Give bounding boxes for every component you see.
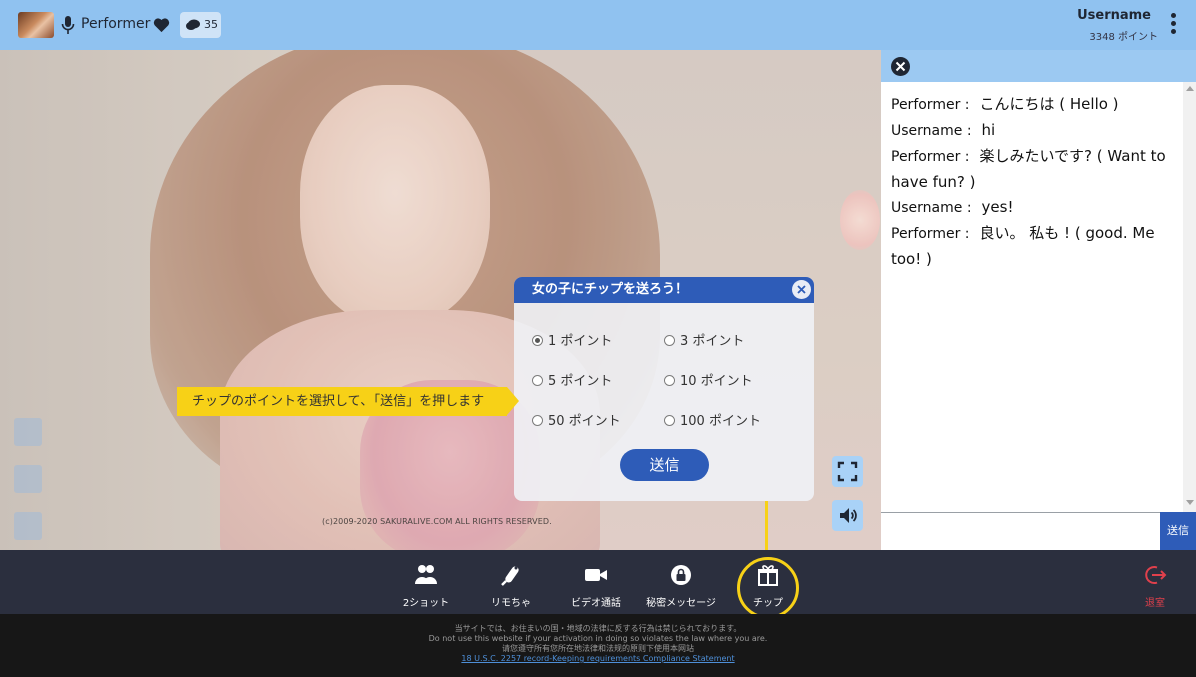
chat-scrollbar[interactable] [1183,82,1196,512]
chat-message: Performer : 楽しみたいです? ( Want to have fun? … [891,147,1166,191]
volume-button[interactable] [832,500,863,531]
two-shot-button[interactable]: 2ショット [393,550,459,614]
footer-legal-jp: 当サイトでは、お住まいの国・地域の法律に反する行為は禁じられております。 [454,624,742,633]
radio[interactable] [664,375,675,386]
tip-dialog-title: 女の子にチップを送ろう！ [514,277,814,303]
close-icon [797,285,806,294]
footer: 当サイトでは、お住まいの国・地域の法律に反する行為は禁じられております。 Do … [0,614,1196,677]
tip-option-50[interactable]: 50 ポイント [532,410,621,429]
radio-selected[interactable] [532,335,543,346]
tip-dialog: 女の子にチップを送ろう！ 1 ポイント 3 ポイント 5 ポイント 10 ポイン… [514,277,814,501]
chat-messages: Performer : こんにちは ( Hello ) Username : hi … [891,92,1173,272]
bottom-toolbar: 2ショット リモちゃ ビデオ通話 秘密メッセージ チップ 退室 [0,550,1196,614]
chat-bubble-icon [186,19,200,30]
more-menu-icon[interactable] [1168,13,1178,39]
username: Username [1077,8,1151,23]
side-control-1[interactable] [14,418,42,446]
radio[interactable] [532,415,543,426]
top-header: Performer 35 Username 3348 ポイント [0,0,1196,50]
secret-message-button[interactable]: 秘密メッセージ [640,550,722,614]
side-control-3[interactable] [14,512,42,540]
tip-option-100[interactable]: 100 ポイント [664,410,761,429]
microphone-icon [61,16,75,34]
tip-option-10[interactable]: 10 ポイント [664,370,753,389]
performer-avatar[interactable] [18,12,54,38]
chat-message: Performer : こんにちは ( Hello ) [891,95,1119,113]
radio[interactable] [532,375,543,386]
viewer-count: 35 [204,18,218,31]
footer-legal-cn: 请您遵守所有您所在地法律和法规的原则下使用本网站 [502,644,694,653]
chat-close-button[interactable] [891,57,910,76]
exit-button[interactable]: 退室 [1125,550,1185,614]
video-call-button[interactable]: ビデオ通話 [563,550,629,614]
tip-send-button[interactable]: 送信 [620,449,709,481]
chat-message: Username : yes! [891,198,1014,216]
lock-bubble-icon [671,565,691,585]
two-people-icon [415,565,437,584]
chat-message: Performer : 良い。 私も ! ( good. Me too! ) [891,224,1155,268]
copyright-notice: (c)2009-2020 SAKURALIVE.COM ALL RIGHTS R… [322,517,552,526]
instruction-tooltip: チップのポイントを選択して､「送信」を押します [177,387,519,416]
radio[interactable] [664,415,675,426]
tip-option-1[interactable]: 1 ポイント [532,330,612,349]
chat-input[interactable] [881,512,1160,550]
radio[interactable] [664,335,675,346]
remote-toy-icon [501,566,519,586]
chat-header [881,50,1196,82]
remote-toy-button[interactable]: リモちゃ [478,550,544,614]
fullscreen-button[interactable] [832,456,863,487]
viewer-count-badge: 35 [180,12,221,38]
tip-highlight-ring [737,557,799,619]
footer-legal-en: Do not use this website if your activati… [428,634,768,643]
performer-name[interactable]: Performer [81,16,150,32]
side-control-2[interactable] [14,465,42,493]
chat-panel: Performer : こんにちは ( Hello ) Username : hi … [881,50,1196,550]
points-balance: 3348 ポイント [1089,32,1158,43]
speaker-icon [840,508,857,523]
chat-message: Username : hi [891,121,996,139]
heart-icon[interactable] [153,17,170,33]
tip-option-5[interactable]: 5 ポイント [532,370,612,389]
tip-close-button[interactable] [792,280,811,299]
close-icon [895,61,906,72]
compliance-link[interactable]: 18 U.S.C. 2257 record-Keeping requiremen… [0,654,1196,664]
video-camera-icon [585,569,607,581]
chat-send-button[interactable]: 送信 [1160,512,1196,550]
fullscreen-icon [837,461,858,482]
tip-option-3[interactable]: 3 ポイント [664,330,744,349]
exit-icon [1145,566,1167,584]
